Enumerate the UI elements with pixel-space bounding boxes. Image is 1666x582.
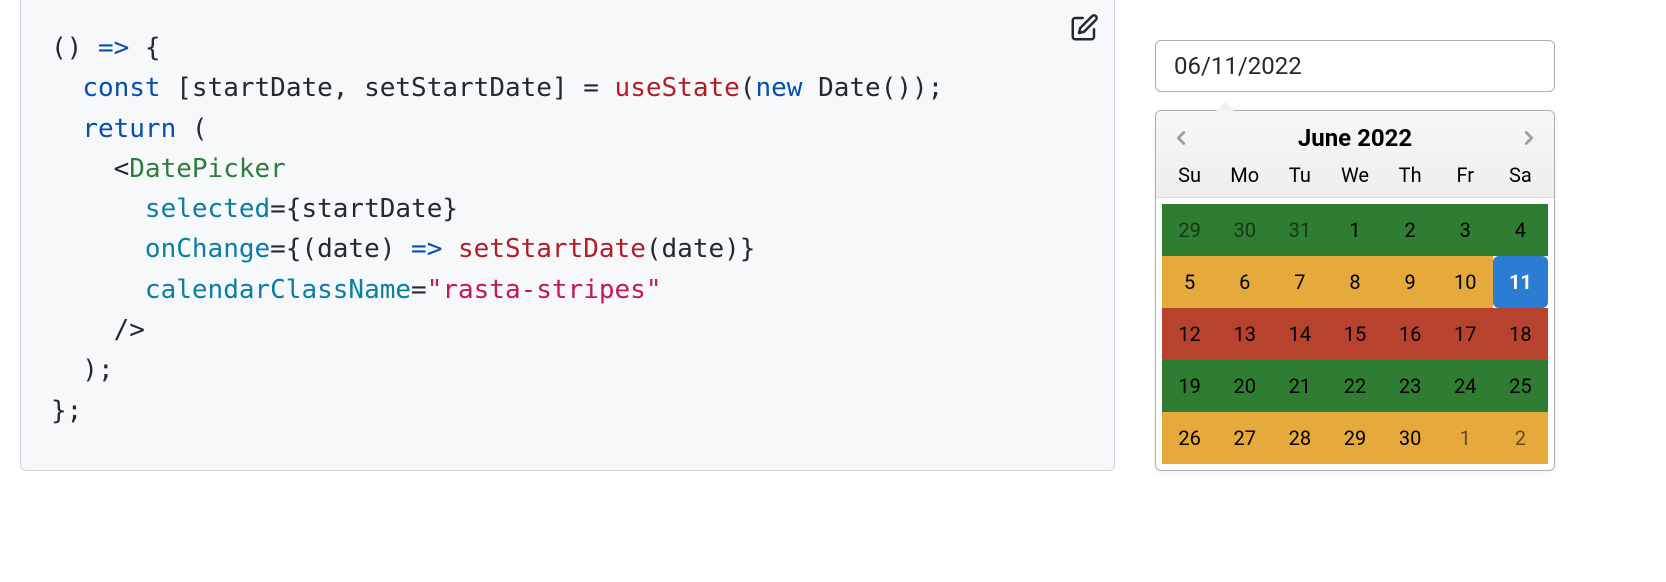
calendar-day[interactable]: 29 <box>1327 412 1382 464</box>
popover-arrow <box>1216 102 1234 111</box>
edit-icon <box>1069 13 1099 43</box>
calendar-day[interactable]: 23 <box>1383 360 1438 412</box>
calendar-day[interactable]: 6 <box>1217 256 1272 308</box>
datepicker-preview: June 2022 SuMoTuWeThFrSa 293031123456789… <box>1155 0 1555 471</box>
dow-label: Th <box>1383 163 1438 187</box>
calendar-day[interactable]: 3 <box>1438 204 1493 256</box>
dow-label: Sa <box>1493 163 1548 187</box>
calendar-day[interactable]: 25 <box>1493 360 1548 412</box>
calendar-day[interactable]: 15 <box>1327 308 1382 360</box>
chevron-left-icon <box>1170 127 1192 149</box>
calendar-day[interactable]: 9 <box>1383 256 1438 308</box>
calendar-day[interactable]: 7 <box>1272 256 1327 308</box>
calendar-day[interactable]: 26 <box>1162 412 1217 464</box>
calendar-day[interactable]: 1 <box>1438 412 1493 464</box>
calendar-day[interactable]: 8 <box>1327 256 1382 308</box>
calendar-day[interactable]: 30 <box>1217 204 1272 256</box>
day-of-week-row: SuMoTuWeThFrSa <box>1156 161 1554 197</box>
calendar-day[interactable]: 20 <box>1217 360 1272 412</box>
calendar-day[interactable]: 27 <box>1217 412 1272 464</box>
dow-label: Su <box>1162 163 1217 187</box>
calendar-day[interactable]: 22 <box>1327 360 1382 412</box>
calendar-day[interactable]: 2 <box>1493 412 1548 464</box>
calendar-day[interactable]: 19 <box>1162 360 1217 412</box>
calendar-day[interactable]: 30 <box>1383 412 1438 464</box>
dow-label: We <box>1327 163 1382 187</box>
calendar-day[interactable]: 12 <box>1162 308 1217 360</box>
calendar-day[interactable]: 29 <box>1162 204 1217 256</box>
calendar-day[interactable]: 24 <box>1438 360 1493 412</box>
calendar-body: 2930311234567891011121314151617181920212… <box>1156 198 1554 470</box>
calendar-day[interactable]: 31 <box>1272 204 1327 256</box>
calendar-header: June 2022 SuMoTuWeThFrSa <box>1156 111 1554 198</box>
dow-label: Tu <box>1272 163 1327 187</box>
calendar-day[interactable]: 13 <box>1217 308 1272 360</box>
calendar-day[interactable]: 1 <box>1327 204 1382 256</box>
calendar-day[interactable]: 18 <box>1493 308 1548 360</box>
edit-code-button[interactable] <box>1068 12 1100 44</box>
calendar-day[interactable]: 10 <box>1438 256 1493 308</box>
calendar-day[interactable]: 4 <box>1493 204 1548 256</box>
calendar-week: 262728293012 <box>1162 412 1548 464</box>
calendar-day[interactable]: 21 <box>1272 360 1327 412</box>
date-input[interactable] <box>1155 40 1555 92</box>
calendar-day[interactable]: 5 <box>1162 256 1217 308</box>
calendar-week: 19202122232425 <box>1162 360 1548 412</box>
prev-month-button[interactable] <box>1164 121 1198 155</box>
calendar-day[interactable]: 16 <box>1383 308 1438 360</box>
calendar-week: 567891011 <box>1162 256 1548 308</box>
chevron-right-icon <box>1518 127 1540 149</box>
calendar-week: 12131415161718 <box>1162 308 1548 360</box>
calendar-week: 2930311234 <box>1162 204 1548 256</box>
code-panel: () => { const [startDate, setStartDate] … <box>20 0 1115 471</box>
calendar-day[interactable]: 14 <box>1272 308 1327 360</box>
dow-label: Fr <box>1438 163 1493 187</box>
calendar-title: June 2022 <box>1298 124 1412 152</box>
calendar-day[interactable]: 17 <box>1438 308 1493 360</box>
calendar-day[interactable]: 2 <box>1383 204 1438 256</box>
calendar-day[interactable]: 11 <box>1493 256 1548 308</box>
calendar-popover: June 2022 SuMoTuWeThFrSa 293031123456789… <box>1155 110 1555 471</box>
next-month-button[interactable] <box>1512 121 1546 155</box>
code-block: () => { const [startDate, setStartDate] … <box>51 28 1084 431</box>
calendar-day[interactable]: 28 <box>1272 412 1327 464</box>
dow-label: Mo <box>1217 163 1272 187</box>
